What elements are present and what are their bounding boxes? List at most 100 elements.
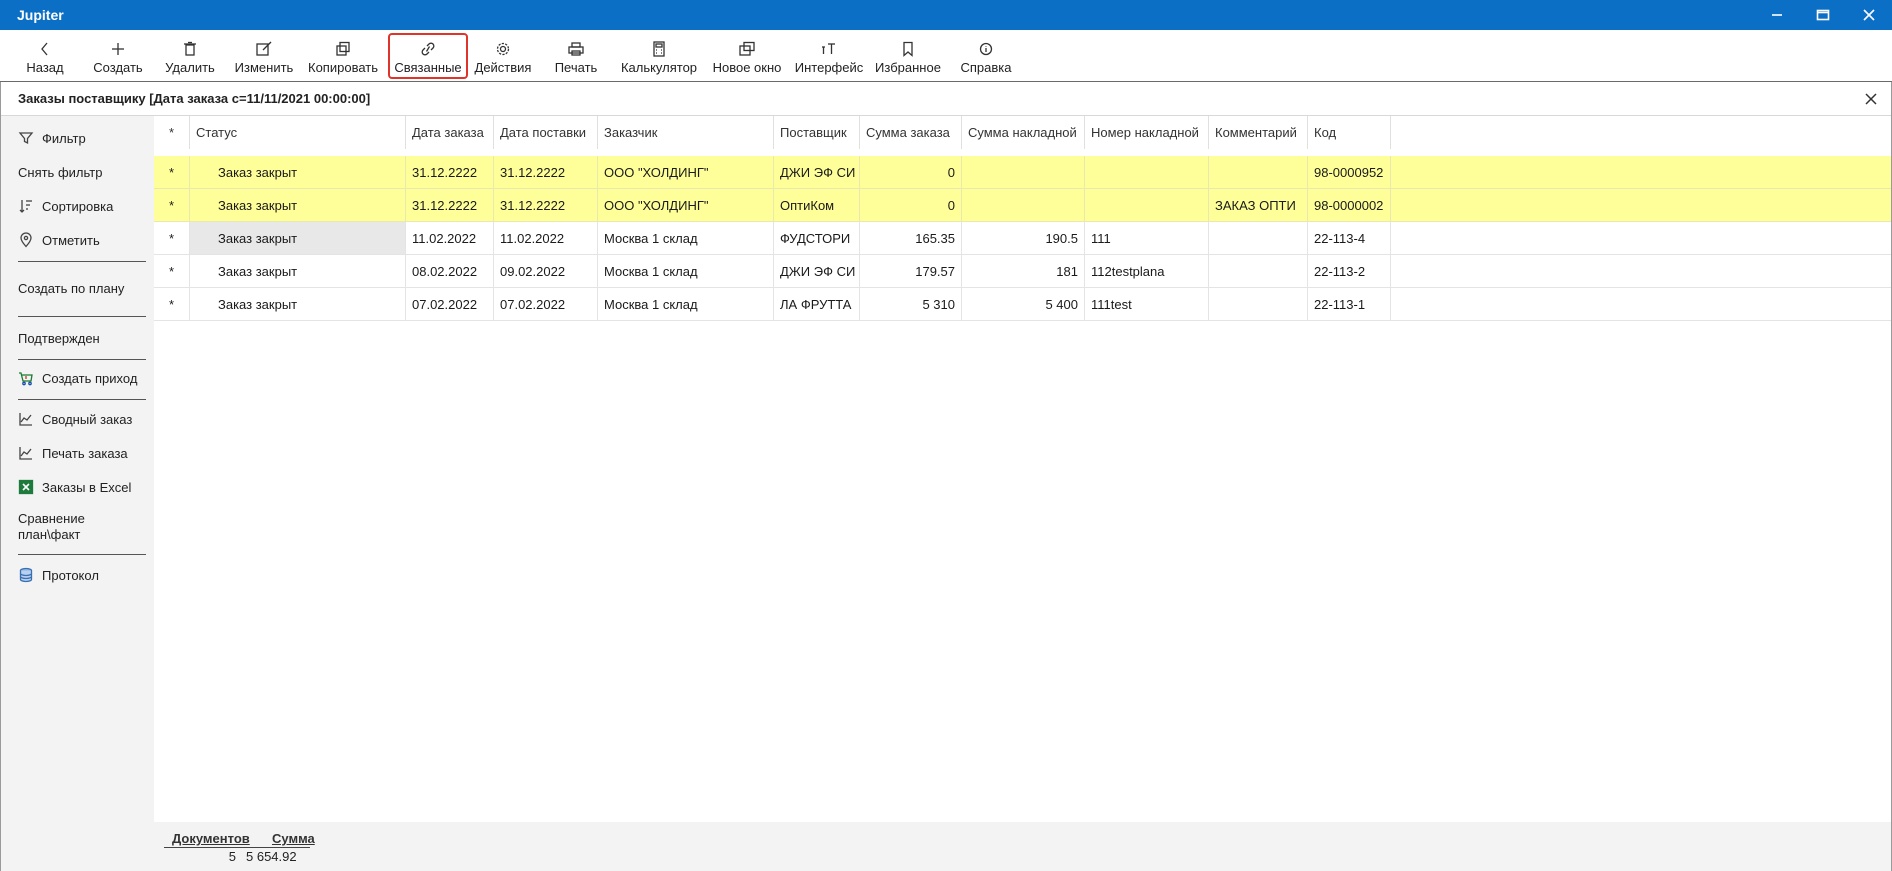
cell-mark: * — [154, 189, 190, 222]
cell-code: 22-113-1 — [1308, 288, 1391, 321]
sidebar-item-label: Печать заказа — [42, 445, 128, 461]
sidebar-item-create-by-plan[interactable]: Создать по плану — [18, 272, 146, 306]
column-header-invoice-sum[interactable]: Сумма накладной — [962, 116, 1085, 149]
print-button[interactable]: Печать — [550, 33, 602, 79]
cell-filler — [1391, 156, 1891, 189]
cell-comment — [1209, 156, 1308, 189]
cell-status: Заказ закрыт — [190, 156, 406, 189]
minimize-button[interactable] — [1754, 0, 1800, 30]
gear-icon — [496, 42, 510, 56]
cell-customer: Москва 1 склад — [598, 255, 774, 288]
cell-code: 22-113-4 — [1308, 222, 1391, 255]
cell-code: 22-113-2 — [1308, 255, 1391, 288]
sidebar-item-label: Сравнение план\факт — [18, 511, 85, 542]
close-window-button[interactable] — [1846, 0, 1892, 30]
calculator-button[interactable]: Калькулятор — [619, 33, 699, 79]
column-header-status[interactable]: Статус — [190, 116, 406, 149]
column-header-order-date[interactable]: Дата заказа — [406, 116, 494, 149]
sidebar-item-confirmed[interactable]: Подтвержден — [18, 328, 146, 348]
table-row[interactable]: * Заказ закрыт 08.02.2022 09.02.2022 Мос… — [154, 255, 1891, 288]
help-button[interactable]: Справка — [956, 33, 1016, 79]
database-icon — [18, 567, 34, 583]
sidebar-item-print-order[interactable]: Печать заказа — [18, 443, 146, 463]
table-row[interactable]: * Заказ закрыт 31.12.2222 31.12.2222 ООО… — [154, 189, 1891, 222]
column-header-order-sum[interactable]: Сумма заказа — [860, 116, 962, 149]
sidebar-item-filter[interactable]: Фильтр — [18, 128, 146, 148]
sidebar-item-label: Подтвержден — [18, 330, 100, 346]
cell-order-sum: 179.57 — [860, 255, 962, 288]
column-header-mark[interactable]: * — [154, 116, 190, 149]
column-header-supplier[interactable]: Поставщик — [774, 116, 860, 149]
column-header-code[interactable]: Код — [1308, 116, 1391, 149]
sidebar-item-mark[interactable]: Отметить — [18, 230, 146, 250]
cell-supplier: ФУДСТОРИ — [774, 222, 860, 255]
delete-button[interactable]: Удалить — [164, 33, 216, 79]
cell-comment — [1209, 255, 1308, 288]
cell-supplier: ЛА ФРУТТА — [774, 288, 860, 321]
totals-divider — [164, 847, 310, 848]
back-button[interactable]: Назад — [25, 33, 65, 79]
new-window-button[interactable]: Новое окно — [710, 33, 784, 79]
cell-order-date: 31.12.2222 — [406, 156, 494, 189]
cell-customer: ООО "ХОЛДИНГ" — [598, 156, 774, 189]
cell-filler — [1391, 189, 1891, 222]
actions-label: Действия — [474, 60, 532, 75]
delete-label: Удалить — [165, 60, 215, 75]
sidebar-item-protocol[interactable]: Протокол — [18, 565, 146, 585]
table-row[interactable]: * Заказ закрыт 07.02.2022 07.02.2022 Мос… — [154, 288, 1891, 321]
totals-footer: Документов Сумма 5 5 654.92 — [154, 822, 1891, 871]
sidebar-item-orders-excel[interactable]: Заказы в Excel — [18, 477, 146, 497]
actions-button[interactable]: Действия — [473, 33, 533, 79]
panel-close-button[interactable] — [1861, 89, 1881, 109]
cell-order-sum: 165.35 — [860, 222, 962, 255]
create-label: Создать — [93, 60, 143, 75]
table-row[interactable]: * Заказ закрыт 11.02.2022 11.02.2022 Мос… — [154, 222, 1891, 255]
sidebar-divider — [18, 399, 146, 400]
sidebar-item-summary-order[interactable]: Сводный заказ — [18, 409, 146, 429]
copy-button[interactable]: Копировать — [307, 33, 379, 79]
sidebar-divider — [18, 359, 146, 360]
edit-button[interactable]: Изменить — [234, 33, 294, 79]
cell-status: Заказ закрыт — [190, 222, 406, 255]
favorites-button[interactable]: Избранное — [874, 33, 942, 79]
document-panel: Заказы поставщику [Дата заказа с=11/11/2… — [0, 82, 1892, 871]
table-row[interactable]: * Заказ закрыт 31.12.2222 31.12.2222 ООО… — [154, 156, 1891, 189]
column-header-invoice-number[interactable]: Номер накладной — [1085, 116, 1209, 149]
back-label: Назад — [26, 60, 64, 75]
info-icon — [979, 42, 993, 56]
sidebar-item-create-receipt[interactable]: Создать приход — [18, 368, 146, 388]
title-bar: Jupiter — [0, 0, 1892, 30]
documents-count-label: Документов — [172, 831, 250, 846]
text-size-icon — [822, 43, 835, 54]
sidebar-item-label: Протокол — [42, 567, 99, 583]
line-chart-icon — [18, 445, 34, 461]
column-header-delivery-date[interactable]: Дата поставки — [494, 116, 598, 149]
cell-status: Заказ закрыт — [190, 189, 406, 222]
help-label: Справка — [960, 60, 1012, 75]
column-header-customer[interactable]: Заказчик — [598, 116, 774, 149]
column-header-comment[interactable]: Комментарий — [1209, 116, 1308, 149]
cell-customer: Москва 1 склад — [598, 288, 774, 321]
create-button[interactable]: Создать — [92, 33, 144, 79]
sidebar-item-remove-filter[interactable]: Снять фильтр — [18, 162, 146, 182]
cell-mark: * — [154, 156, 190, 189]
new-window-label: Новое окно — [712, 60, 782, 75]
cell-delivery-date: 31.12.2222 — [494, 189, 598, 222]
cell-order-date: 11.02.2022 — [406, 222, 494, 255]
maximize-button[interactable] — [1800, 0, 1846, 30]
calculator-label: Калькулятор — [620, 60, 698, 75]
sidebar-item-label: Заказы в Excel — [42, 479, 132, 495]
maximize-icon — [1816, 9, 1830, 21]
linked-button[interactable]: Связанные — [388, 33, 468, 79]
sidebar-item-compare-plan[interactable]: Сравнение план\факт — [18, 510, 146, 544]
cell-invoice-number — [1085, 189, 1209, 222]
interface-button[interactable]: Интерфейс — [795, 33, 863, 79]
window-controls — [1754, 0, 1892, 30]
sidebar-item-label: Фильтр — [42, 130, 86, 146]
sidebar-item-label: Отметить — [42, 232, 100, 248]
cart-icon — [18, 370, 34, 386]
cell-invoice-sum — [962, 189, 1085, 222]
cell-filler — [1391, 288, 1891, 321]
cell-customer: Москва 1 склад — [598, 222, 774, 255]
sidebar-item-sort[interactable]: Сортировка — [18, 196, 146, 216]
